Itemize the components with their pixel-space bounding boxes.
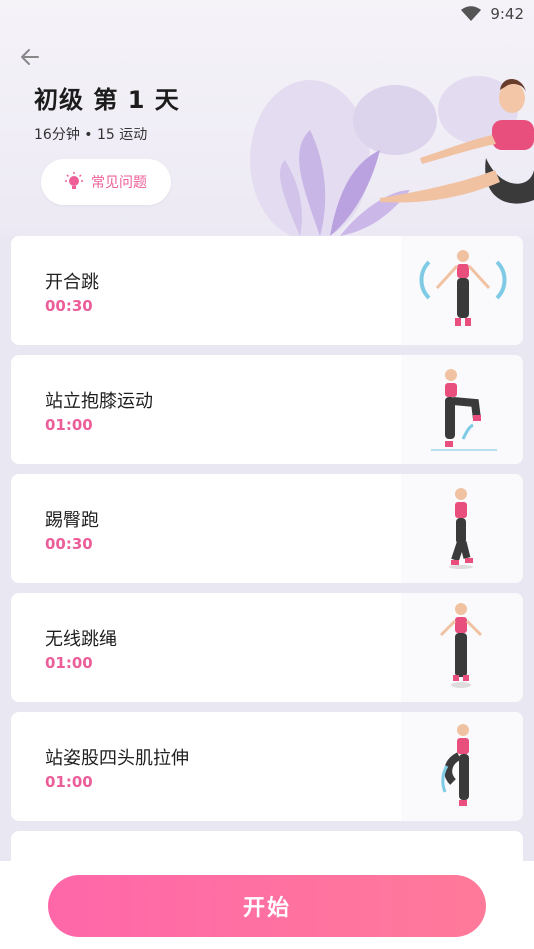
status-time: 9:42 <box>490 5 524 23</box>
exercise-card[interactable]: 站姿股四头肌拉伸 01:00 <box>11 712 523 821</box>
exercise-name: 开合跳 <box>45 272 99 293</box>
exercise-card[interactable]: 开合跳 00:30 <box>11 236 523 345</box>
exercise-duration: 01:00 <box>45 773 93 791</box>
status-bar: 9:42 <box>0 0 534 30</box>
back-button[interactable] <box>14 42 46 72</box>
wifi-icon <box>460 6 482 26</box>
lightbulb-icon <box>65 172 83 189</box>
faq-label: 常见问题 <box>91 175 147 191</box>
exercise-name: 站立抱膝运动 <box>45 391 153 412</box>
exercise-duration: 00:30 <box>45 535 93 553</box>
exercise-duration: 00:30 <box>45 297 93 315</box>
exercise-duration: 01:00 <box>45 654 93 672</box>
exercise-duration: 01:00 <box>45 416 93 434</box>
exercise-thumbnail <box>401 474 523 583</box>
arrow-left-icon <box>21 49 39 65</box>
exercise-thumbnail <box>401 593 523 702</box>
faq-button[interactable]: 常见问题 <box>41 159 171 205</box>
exercise-thumbnail <box>401 236 523 345</box>
exercise-thumbnail <box>401 712 523 821</box>
exercise-card[interactable]: 站立抱膝运动 01:00 <box>11 355 523 464</box>
exercise-name: 无线跳绳 <box>45 629 117 650</box>
exercise-thumbnail <box>401 355 523 464</box>
exercise-card[interactable]: 踢臀跑 00:30 <box>11 474 523 583</box>
workout-summary: 16分钟 • 15 运动 <box>34 127 148 143</box>
start-button[interactable]: 开始 <box>48 875 486 937</box>
page-title: 初级 第 1 天 <box>34 86 180 114</box>
header: 9:42 初级 第 1 天 16分钟 • 15 运动 常见问题 <box>0 0 534 236</box>
bottom-bar: 开始 <box>0 861 534 949</box>
exercise-name: 站姿股四头肌拉伸 <box>45 748 189 769</box>
exercise-card[interactable]: 无线跳绳 01:00 <box>11 593 523 702</box>
exercise-name: 踢臀跑 <box>45 510 99 531</box>
hero-illustration <box>230 40 534 236</box>
